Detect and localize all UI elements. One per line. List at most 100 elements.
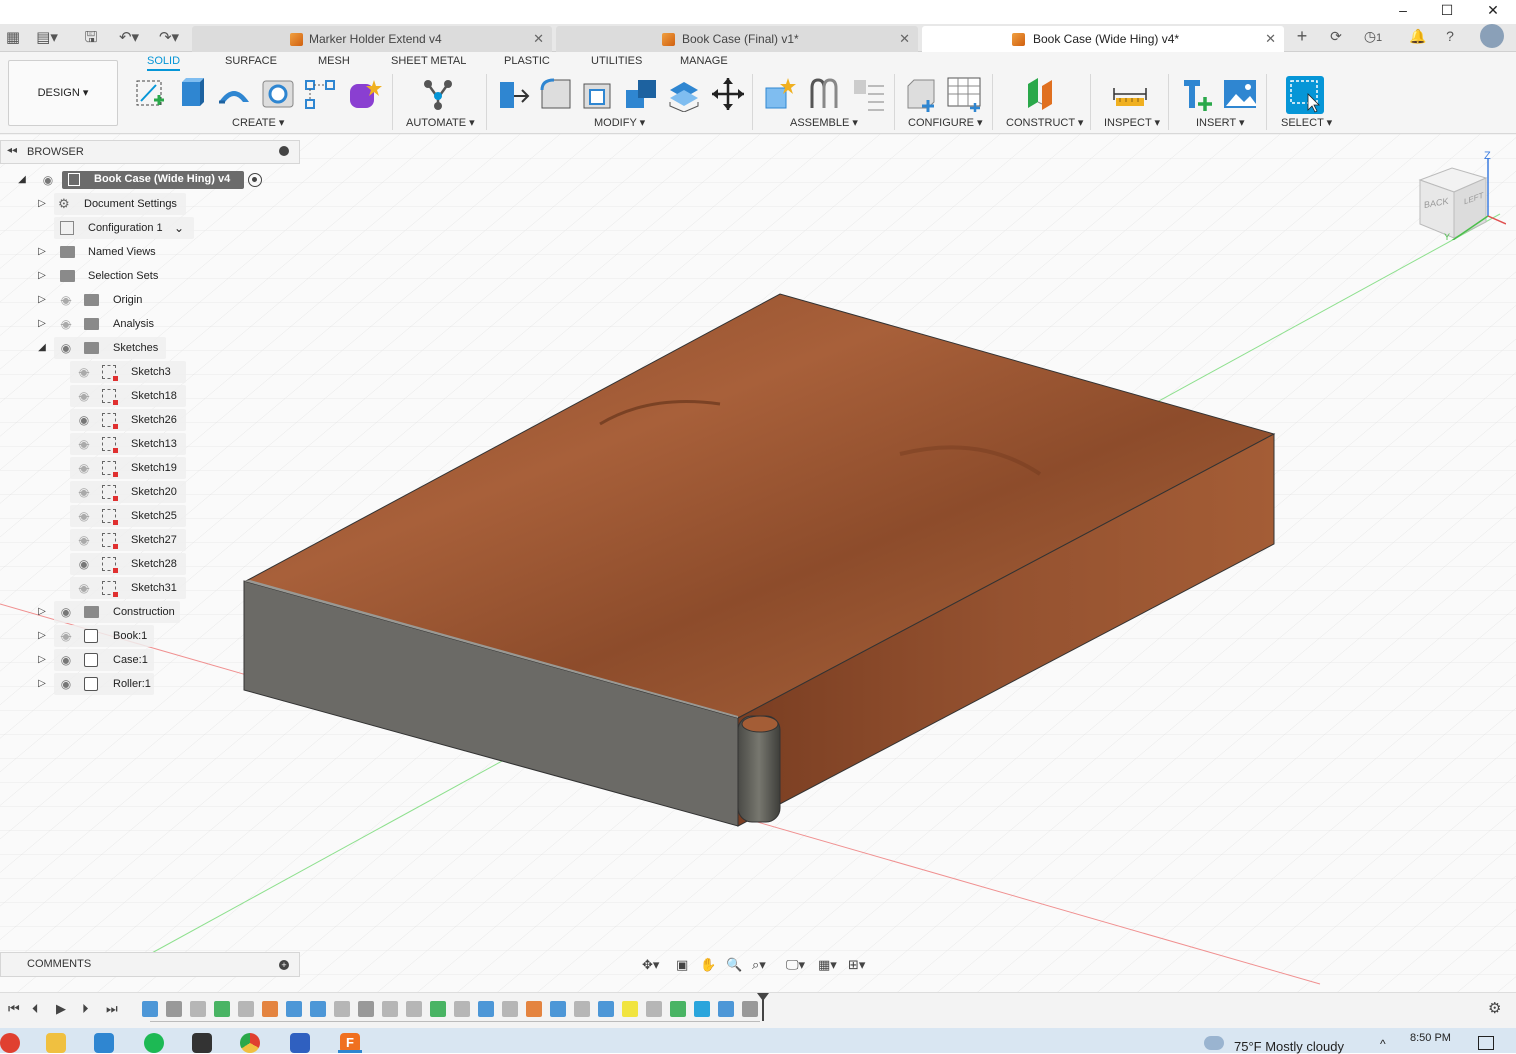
extrude-icon[interactable]	[174, 76, 210, 112]
configuration-table-icon[interactable]	[946, 76, 982, 113]
hidden-eye-icon[interactable]: ◉	[76, 528, 92, 552]
canvas-viewport[interactable]: BACK LEFT Z Y	[0, 134, 1516, 992]
system-tray-chevron-icon[interactable]: ^	[1380, 1037, 1386, 1051]
timeline-feature-icon[interactable]	[430, 1001, 446, 1017]
play-icon[interactable]: ▶	[56, 1001, 66, 1017]
timeline-feature-icon[interactable]	[286, 1001, 302, 1017]
view-cube[interactable]: BACK LEFT Z Y	[1416, 150, 1507, 243]
tab-mesh[interactable]: MESH	[318, 55, 350, 67]
timeline-feature-icon[interactable]	[310, 1001, 326, 1017]
hidden-eye-icon[interactable]: ◉	[76, 504, 92, 528]
offset-plane-icon[interactable]	[1024, 76, 1060, 112]
expand-icon[interactable]: ▷	[36, 240, 48, 264]
file-menu-icon[interactable]: ▤▾	[36, 28, 58, 48]
redo-icon[interactable]: ↷▾	[154, 28, 184, 48]
browser-taskbar-icon[interactable]	[0, 1033, 20, 1053]
timeline-feature-icon[interactable]	[622, 1001, 638, 1017]
hidden-eye-icon[interactable]: ◉	[58, 624, 74, 648]
notifications-center-icon[interactable]	[1478, 1036, 1494, 1050]
sketch-item[interactable]: Sketch13	[131, 432, 177, 456]
hidden-eye-icon[interactable]: ◉	[58, 288, 74, 312]
combine-icon[interactable]	[624, 76, 660, 112]
hidden-eye-icon[interactable]: ◉	[76, 360, 92, 384]
timeline-feature-icon[interactable]	[406, 1001, 422, 1017]
display-settings-icon[interactable]: 🖵▾	[786, 956, 805, 974]
chrome-taskbar-icon[interactable]	[240, 1033, 260, 1053]
timeline-feature-icon[interactable]	[550, 1001, 566, 1017]
expand-icon[interactable]: ▷	[36, 648, 48, 672]
hidden-eye-icon[interactable]: ◉	[76, 432, 92, 456]
hole-icon[interactable]	[260, 76, 296, 112]
expand-icon[interactable]: ▷	[36, 312, 48, 336]
insert-group-label[interactable]: INSERT ▾	[1196, 116, 1245, 129]
root-component-row[interactable]: Book Case (Wide Hing) v4	[62, 171, 244, 189]
clock-time[interactable]: 8:50 PM	[1410, 1032, 1451, 1044]
sketch-item[interactable]: Sketch25	[131, 504, 177, 528]
browser-panel-header[interactable]: ◂◂ BROWSER	[0, 140, 300, 164]
job-status-icon[interactable]: ◷1	[1358, 26, 1388, 46]
collapse-icon[interactable]: ◢	[36, 336, 48, 360]
timeline-feature-icon[interactable]	[190, 1001, 206, 1017]
create-group-label[interactable]: CREATE ▾	[232, 116, 284, 129]
tab-manage[interactable]: MANAGE	[680, 55, 728, 67]
comments-panel[interactable]: COMMENTS +	[0, 952, 300, 977]
c-app-taskbar-icon[interactable]	[290, 1033, 310, 1053]
visibility-eye-icon[interactable]: ◉	[58, 672, 74, 696]
step-forward-icon[interactable]: ⏵	[82, 1001, 89, 1017]
new-tab-icon[interactable]: +	[1292, 26, 1312, 46]
zoom-icon[interactable]: 🔍	[726, 956, 742, 974]
timeline-feature-icon[interactable]	[166, 1001, 182, 1017]
analysis-folder[interactable]: Analysis	[113, 312, 154, 336]
close-tab-icon[interactable]: ✕	[1265, 26, 1276, 52]
collapse-root-icon[interactable]: ◢	[16, 168, 28, 192]
inspect-group-label[interactable]: INSPECT ▾	[1104, 116, 1160, 129]
pan-icon[interactable]: ✋	[700, 956, 716, 974]
tab-book-case-final[interactable]: Book Case (Final) v1* ✕	[556, 26, 918, 52]
component-item[interactable]: Roller:1	[113, 672, 151, 696]
maximize-button[interactable]: ☐	[1424, 0, 1470, 24]
expand-icon[interactable]: ▷	[36, 672, 48, 696]
hidden-eye-icon[interactable]: ◉	[58, 312, 74, 336]
select-tool-icon[interactable]	[1286, 76, 1324, 114]
timeline-feature-icon[interactable]	[238, 1001, 254, 1017]
expand-icon[interactable]: ▷	[36, 624, 48, 648]
close-tab-icon[interactable]: ✕	[533, 26, 544, 52]
timeline-feature-icon[interactable]	[646, 1001, 662, 1017]
timeline-marker-handle[interactable]	[757, 993, 769, 1001]
weather-text[interactable]: 75°F Mostly cloudy	[1234, 1039, 1344, 1054]
as-built-joint-icon[interactable]	[850, 76, 886, 112]
pattern-icon[interactable]	[302, 76, 338, 112]
measure-icon[interactable]	[1112, 76, 1148, 112]
visibility-eye-icon[interactable]: ◉	[76, 552, 92, 576]
grid-settings-icon[interactable]: ▦▾	[818, 956, 837, 974]
origin-folder[interactable]: Origin	[113, 288, 142, 312]
timeline-feature-icon[interactable]	[262, 1001, 278, 1017]
sketch-item[interactable]: Sketch20	[131, 480, 177, 504]
sketches-folder[interactable]: Sketches	[113, 336, 158, 360]
go-to-start-icon[interactable]: ⏮	[8, 1001, 20, 1017]
app-grid-icon[interactable]: ▦	[2, 28, 24, 48]
hidden-eye-icon[interactable]: ◉	[76, 576, 92, 600]
timeline-feature-icon[interactable]	[358, 1001, 374, 1017]
visibility-eye-icon[interactable]: ◉	[76, 408, 92, 432]
timeline-feature-icon[interactable]	[478, 1001, 494, 1017]
insert-canvas-icon[interactable]	[1222, 76, 1258, 112]
workspace-switcher-button[interactable]: DESIGN ▾	[8, 60, 118, 126]
hidden-eye-icon[interactable]: ◉	[76, 456, 92, 480]
visibility-eye-icon[interactable]: ◉	[40, 168, 56, 192]
fillet-icon[interactable]	[538, 76, 574, 112]
move-copy-icon[interactable]	[710, 76, 746, 112]
spotify-taskbar-icon[interactable]	[144, 1033, 164, 1053]
automate-group-label[interactable]: AUTOMATE ▾	[406, 116, 475, 129]
shell-icon[interactable]	[580, 76, 616, 112]
expand-icon[interactable]: ▷	[36, 288, 48, 312]
timeline-feature-icon[interactable]	[670, 1001, 686, 1017]
timeline-feature-icon[interactable]	[526, 1001, 542, 1017]
timeline-feature-icon[interactable]	[574, 1001, 590, 1017]
minimize-button[interactable]: –	[1380, 0, 1426, 24]
selection-sets-folder[interactable]: Selection Sets	[88, 264, 158, 288]
notifications-icon[interactable]: 🔔	[1408, 26, 1428, 46]
sketch-item[interactable]: Sketch3	[131, 360, 171, 384]
look-at-icon[interactable]: ▣	[676, 956, 688, 974]
timeline-feature-icon[interactable]	[718, 1001, 734, 1017]
